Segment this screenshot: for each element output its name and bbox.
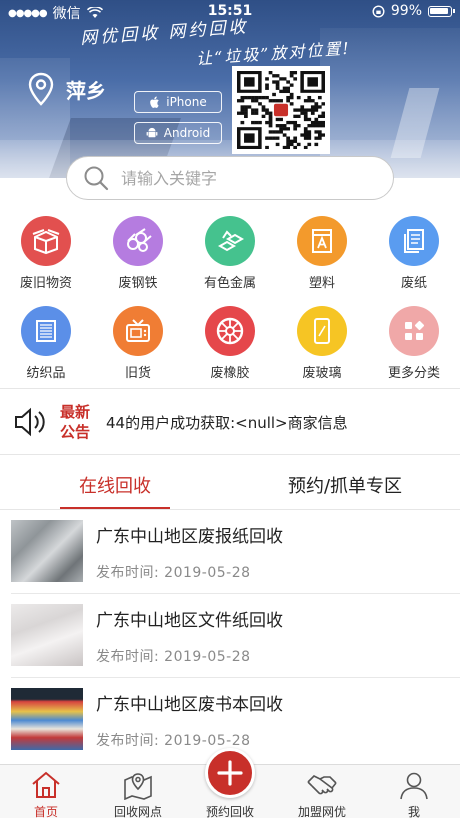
plus-icon — [217, 760, 243, 786]
category-circle — [297, 216, 347, 266]
category-circle — [389, 216, 439, 266]
nav-label: 首页 — [33, 805, 58, 818]
map-pin-icon — [124, 773, 152, 800]
tab-reservation-zone[interactable]: 预约/抓单专区 — [230, 456, 460, 509]
category-label: 废旧物资 — [19, 276, 72, 291]
tab-online-recycling[interactable]: 在线回收 — [0, 456, 230, 509]
nav-label: 回收网点 — [113, 805, 162, 818]
category-item[interactable]: 废纸 — [368, 216, 460, 291]
listing-thumbnail — [11, 604, 83, 666]
top-banner: ●●●●● 微信 15:51 99% 网优回收 网约回收 让“垃圾”放对位置! … — [0, 0, 460, 178]
category-circle — [113, 306, 163, 356]
nav-label: 预约回收 — [205, 805, 254, 818]
listing-date: 发布时间: 2019-05-28 — [96, 733, 251, 749]
category-circle — [389, 306, 439, 356]
glass-icon — [314, 318, 330, 344]
category-item[interactable]: 废橡胶 — [184, 306, 276, 381]
location-pin-icon — [28, 72, 54, 106]
search-input[interactable] — [121, 168, 351, 188]
steel-pipes-icon — [127, 228, 152, 252]
metal-ingots-icon — [217, 230, 245, 252]
listing-thumbnail — [11, 688, 83, 750]
search-bar[interactable] — [66, 156, 394, 200]
category-label: 纺织品 — [26, 366, 66, 381]
android-icon — [146, 127, 158, 138]
announcement-badge: 最新 公告 — [60, 403, 91, 441]
location-selector[interactable]: 萍乡 — [28, 72, 106, 106]
category-item[interactable]: 有色金属 — [184, 216, 276, 291]
category-circle — [113, 216, 163, 266]
category-circle — [297, 306, 347, 356]
nav-home[interactable]: 首页 — [0, 765, 92, 818]
category-item[interactable]: 塑料 — [276, 216, 368, 291]
category-item[interactable]: 旧货 — [92, 306, 184, 381]
category-label: 废钢铁 — [118, 276, 158, 291]
category-label: 塑料 — [308, 276, 335, 291]
plastic-icon — [312, 229, 332, 253]
nav-label: 加盟网优 — [297, 805, 346, 818]
android-download-button[interactable]: Android — [134, 122, 222, 144]
tv-icon — [126, 319, 150, 342]
listing-date: 发布时间: 2019-05-28 — [96, 649, 251, 665]
qr-code — [232, 66, 330, 154]
tire-icon — [216, 317, 244, 345]
rotation-lock-icon — [372, 4, 385, 18]
category-item[interactable]: 纺织品 — [0, 306, 92, 381]
category-label: 废橡胶 — [210, 366, 250, 381]
paper-icon — [404, 229, 424, 253]
listing-date: 发布时间: 2019-05-28 — [96, 565, 251, 581]
category-item[interactable]: 废钢铁 — [92, 216, 184, 291]
nav-me[interactable]: 我 — [368, 765, 460, 818]
apple-icon — [150, 96, 159, 108]
announcement-message: 44的用户成功获取:<null>商家信息 — [106, 413, 348, 432]
list-item[interactable]: 广东中山地区文件纸回收 发布时间: 2019-05-28 — [0, 594, 460, 678]
speaker-icon — [15, 407, 45, 437]
category-label: 有色金属 — [203, 276, 256, 291]
category-item[interactable]: 废玻璃 — [276, 306, 368, 381]
iphone-download-button[interactable]: iPhone — [134, 91, 222, 113]
announcement-bar[interactable]: 最新 公告 44的用户成功获取:<null>商家信息 — [0, 390, 460, 454]
category-label: 废玻璃 — [302, 366, 342, 381]
list-item[interactable]: 广东中山地区废报纸回收 发布时间: 2019-05-28 — [0, 510, 460, 594]
listing-title: 广东中山地区废报纸回收 — [96, 527, 283, 547]
city-label: 萍乡 — [66, 78, 106, 103]
battery-percent: 99% — [390, 3, 422, 19]
handshake-icon — [307, 775, 337, 795]
category-item[interactable]: 更多分类 — [368, 306, 460, 381]
android-label: Android — [163, 126, 211, 140]
iphone-label: iPhone — [166, 95, 207, 109]
category-label: 更多分类 — [387, 366, 440, 381]
qr-logo-icon — [273, 103, 289, 117]
listing-thumbnail — [11, 520, 83, 582]
category-label: 废纸 — [400, 276, 427, 291]
nav-label: 我 — [407, 805, 420, 818]
category-circle — [205, 306, 255, 356]
nav-recycling-points[interactable]: 回收网点 — [92, 765, 184, 818]
category-circle — [21, 216, 71, 266]
divider — [0, 454, 460, 455]
nav-join[interactable]: 加盟网优 — [276, 765, 368, 818]
box-icon — [32, 229, 60, 255]
user-icon — [400, 772, 428, 800]
battery-icon — [428, 5, 455, 17]
divider — [0, 388, 460, 389]
search-icon — [84, 166, 109, 191]
category-item[interactable]: 废旧物资 — [0, 216, 92, 291]
reserve-recycling-button[interactable] — [205, 748, 255, 798]
listing-title: 广东中山地区废书本回收 — [96, 695, 283, 715]
category-circle — [21, 306, 71, 356]
more-categories-icon — [405, 320, 425, 340]
textile-icon — [36, 320, 56, 342]
category-label: 旧货 — [124, 366, 151, 381]
home-icon — [32, 771, 60, 798]
tab-bar: 在线回收 预约/抓单专区 — [0, 456, 460, 510]
listing-title: 广东中山地区文件纸回收 — [96, 611, 283, 631]
category-circle — [205, 216, 255, 266]
